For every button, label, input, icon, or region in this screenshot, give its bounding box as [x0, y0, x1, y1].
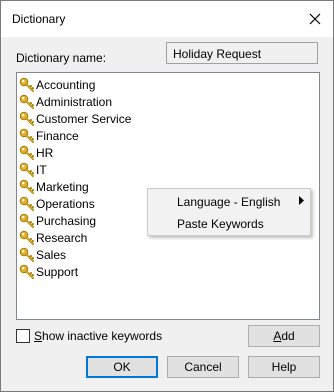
add-button[interactable]: Add: [248, 325, 320, 347]
menu-item-paste-keywords[interactable]: Paste Keywords: [148, 212, 310, 234]
dictionary-name-field[interactable]: Holiday Request: [166, 42, 318, 64]
list-item-label: Finance: [36, 128, 79, 143]
list-item-label: Operations: [36, 196, 95, 211]
cancel-button[interactable]: Cancel: [167, 356, 239, 378]
close-button[interactable]: [297, 1, 333, 37]
dictionary-dialog: Dictionary Dictionary name: Holiday Requ…: [0, 0, 334, 392]
show-inactive-checkbox[interactable]: Show inactive keywords: [16, 329, 162, 343]
menu-item-language[interactable]: Language - English: [148, 190, 310, 212]
list-item[interactable]: Accounting: [19, 76, 95, 93]
menu-item-paste-label: Paste Keywords: [177, 217, 264, 231]
ok-button[interactable]: OK: [86, 356, 158, 378]
list-item-label: Research: [36, 230, 88, 245]
context-menu: Language - English Paste Keywords: [147, 188, 311, 236]
list-item-label: Support: [36, 264, 79, 279]
key-icon: [19, 196, 34, 211]
key-icon: [19, 264, 34, 279]
list-item[interactable]: Finance: [19, 127, 79, 144]
window-title: Dictionary: [12, 12, 66, 26]
list-item-label: Purchasing: [36, 213, 97, 228]
key-icon: [19, 162, 34, 177]
list-item[interactable]: Marketing: [19, 178, 89, 195]
list-item[interactable]: Research: [19, 229, 87, 246]
key-icon: [19, 77, 34, 92]
key-icon: [19, 145, 34, 160]
list-item-label: Sales: [36, 247, 67, 262]
dictionary-name-label: Dictionary name:: [16, 51, 107, 65]
list-item[interactable]: Sales: [19, 246, 66, 263]
list-item-label: Accounting: [36, 77, 96, 92]
show-inactive-label: Show inactive keywords: [34, 329, 163, 343]
list-item[interactable]: Support: [19, 263, 78, 280]
key-icon: [19, 94, 34, 109]
close-icon: [309, 13, 321, 25]
list-item[interactable]: Administration: [19, 93, 112, 110]
key-icon: [19, 179, 34, 194]
list-item[interactable]: IT: [19, 161, 47, 178]
menu-item-language-label: Language - English: [177, 195, 281, 209]
submenu-arrow-icon: [299, 196, 304, 205]
list-item[interactable]: Operations: [19, 195, 95, 212]
list-item[interactable]: Customer Service: [19, 110, 131, 127]
key-icon: [19, 213, 34, 228]
key-icon: [19, 230, 34, 245]
key-icon: [19, 247, 34, 262]
list-item-label: Customer Service: [36, 111, 132, 126]
list-item-label: IT: [36, 162, 47, 177]
help-button[interactable]: Help: [248, 356, 320, 378]
list-item[interactable]: HR: [19, 144, 53, 161]
list-item-label: Marketing: [36, 179, 89, 194]
checkbox-box[interactable]: [16, 329, 30, 343]
key-icon: [19, 128, 34, 143]
title-bar: Dictionary: [1, 1, 333, 37]
list-item-label: Administration: [36, 94, 113, 109]
list-item[interactable]: Purchasing: [19, 212, 96, 229]
list-item-label: HR: [36, 145, 54, 160]
key-icon: [19, 111, 34, 126]
